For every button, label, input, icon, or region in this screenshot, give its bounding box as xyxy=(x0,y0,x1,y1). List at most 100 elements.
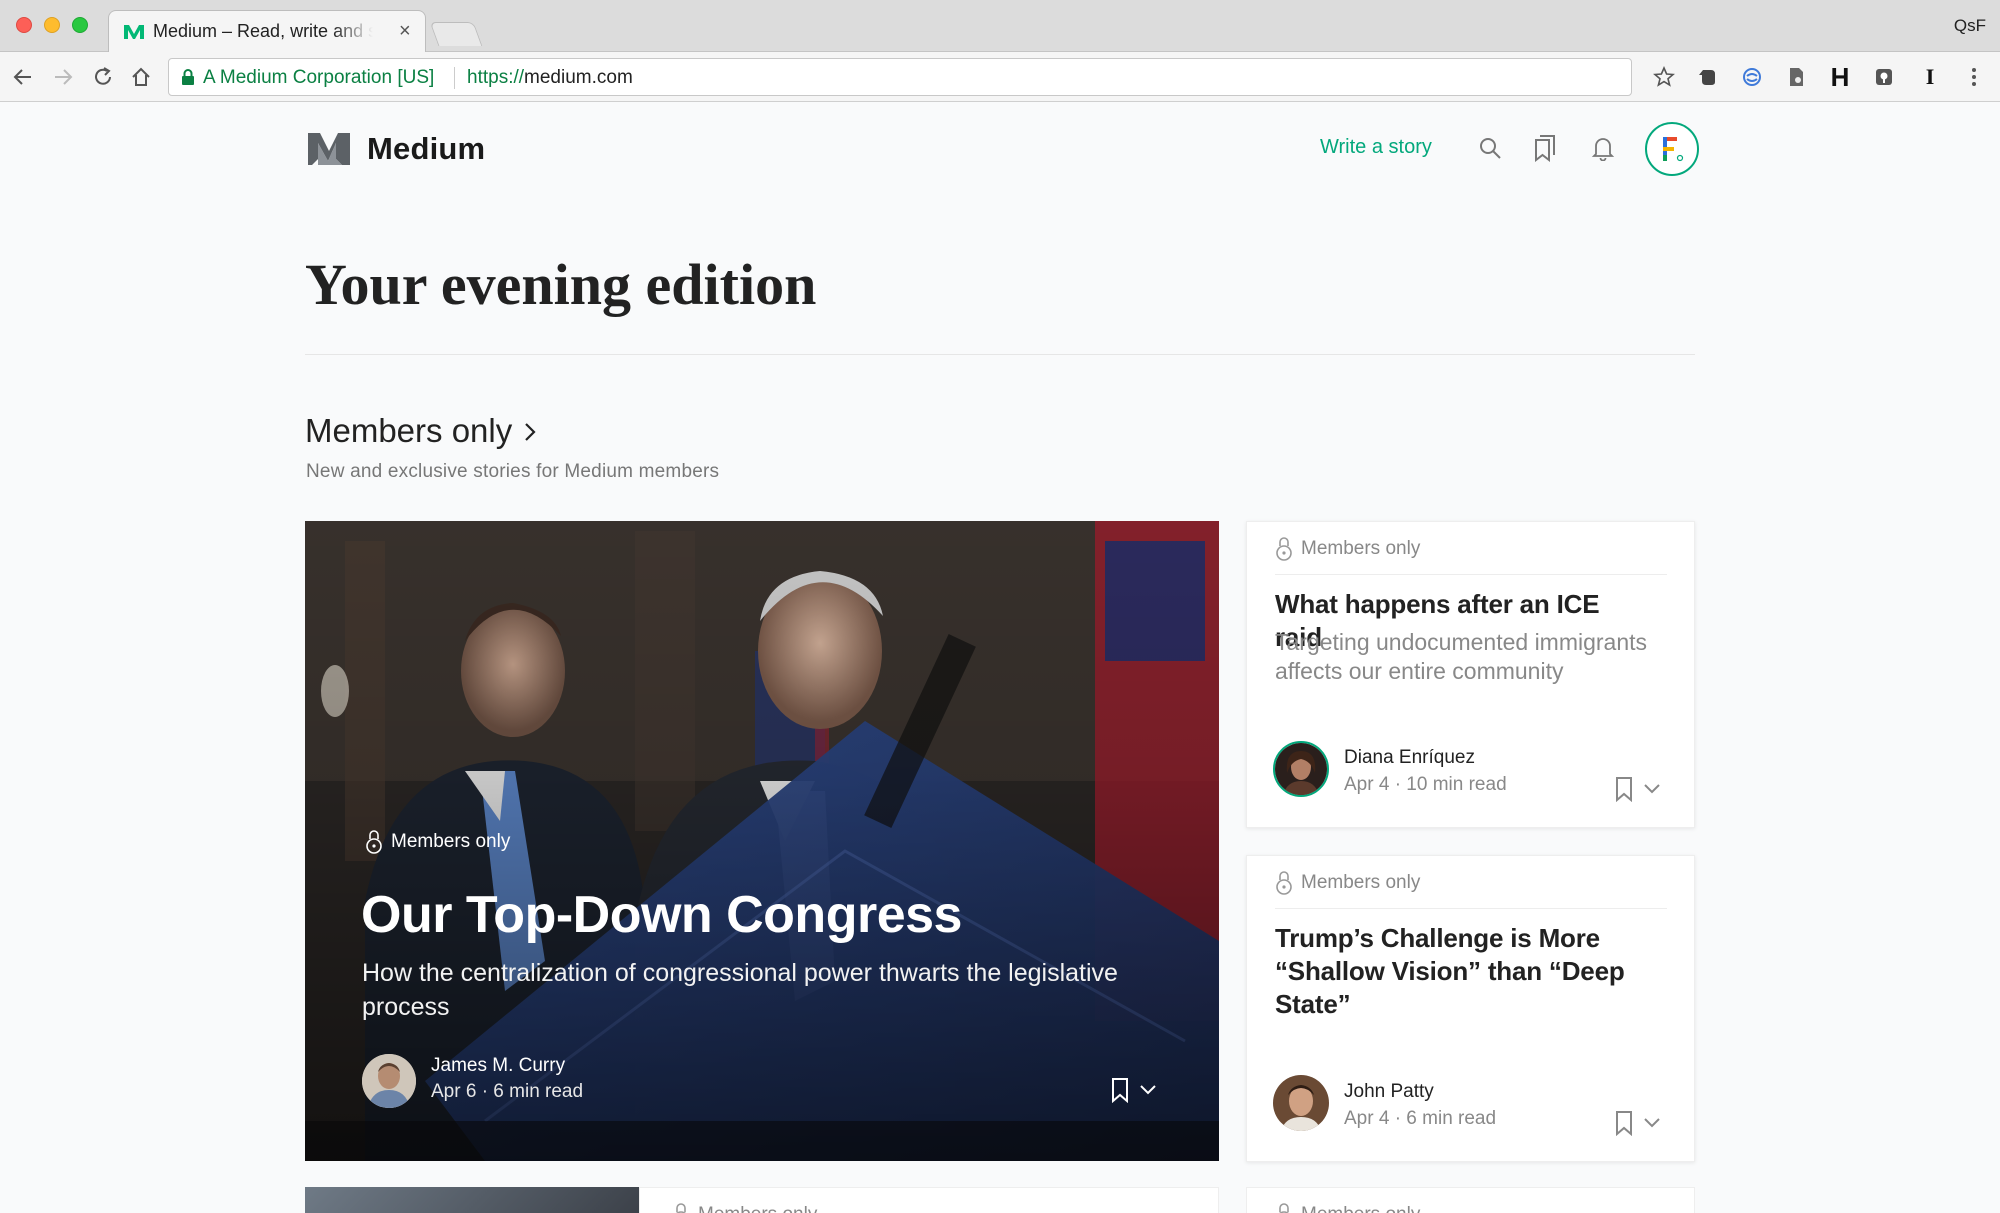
story-card[interactable]: Members only xyxy=(639,1187,1219,1213)
i-letter-icon: I xyxy=(1925,64,1935,89)
user-avatar[interactable] xyxy=(1645,122,1699,176)
story-card[interactable]: Members only What happens after an ICE r… xyxy=(1246,521,1695,828)
address-divider xyxy=(454,67,455,89)
browser-tab-medium[interactable]: Medium – Read, write and share stories t… xyxy=(108,10,426,53)
badge-label: Members only xyxy=(1301,872,1421,893)
url-scheme: https:// xyxy=(467,67,525,88)
i-extension-button[interactable]: I xyxy=(1915,62,1945,92)
tab-title: Medium – Read, write and share stories t… xyxy=(153,21,373,42)
story-subtitle[interactable]: Targeting undocumented immigrants affect… xyxy=(1275,628,1655,686)
bookmark-icon[interactable] xyxy=(1111,1077,1129,1103)
user-initial-icon xyxy=(1663,137,1684,162)
secure-origin-label: A Medium Corporation [US] xyxy=(203,67,435,88)
address-bar[interactable]: A Medium Corporation [US] https://medium… xyxy=(168,58,1632,96)
close-window-button[interactable] xyxy=(16,17,32,33)
h-extension-button[interactable]: H xyxy=(1825,62,1855,92)
story-actions xyxy=(1615,776,1661,802)
author-name[interactable]: James M. Curry xyxy=(431,1055,565,1077)
medium-logo-icon[interactable] xyxy=(306,129,352,169)
title-divider xyxy=(305,354,1695,355)
card-divider xyxy=(1275,574,1667,575)
lock-icon xyxy=(182,69,194,85)
chevron-down-icon[interactable] xyxy=(1139,1084,1157,1096)
section-title[interactable]: Members only xyxy=(305,412,512,450)
members-only-badge: Members only xyxy=(365,829,510,855)
arrow-right-icon xyxy=(55,69,73,85)
sync-extension-button[interactable] xyxy=(1737,62,1767,92)
browser-menu-button[interactable] xyxy=(1959,62,1989,92)
author-photo xyxy=(362,1054,416,1108)
bookmark-icon[interactable] xyxy=(1615,776,1633,802)
reload-button[interactable] xyxy=(88,62,118,92)
back-button[interactable] xyxy=(8,62,38,92)
chevron-down-icon[interactable] xyxy=(1643,783,1661,795)
members-only-badge: Members only xyxy=(1275,1202,1420,1213)
badge-label: Members only xyxy=(1301,538,1421,559)
chevron-down-icon[interactable] xyxy=(1643,1117,1661,1129)
bookmarks-icon xyxy=(1535,135,1555,162)
brand-wordmark[interactable]: Medium xyxy=(367,131,485,167)
save-page-extension-button[interactable] xyxy=(1781,62,1811,92)
home-icon xyxy=(132,67,150,86)
zoom-window-button[interactable] xyxy=(72,17,88,33)
story-card[interactable]: Members only Trump’s Challenge is More “… xyxy=(1246,855,1695,1162)
story-actions xyxy=(1615,1110,1661,1136)
tab-close-icon[interactable]: × xyxy=(399,20,411,43)
medium-favicon-icon xyxy=(124,25,144,39)
home-button[interactable] xyxy=(126,62,156,92)
featured-story-title[interactable]: Our Top-Down Congress xyxy=(361,885,962,945)
star-icon xyxy=(1653,66,1675,87)
evernote-extension-button[interactable] xyxy=(1693,62,1723,92)
new-tab-button[interactable] xyxy=(429,22,483,46)
password-extension-button[interactable] xyxy=(1869,62,1899,92)
card-divider xyxy=(1275,908,1667,909)
search-button[interactable] xyxy=(1475,133,1505,163)
story-title[interactable]: Trump’s Challenge is More “Shallow Visio… xyxy=(1275,922,1635,1021)
url-host: medium.com xyxy=(524,67,633,88)
minimize-window-button[interactable] xyxy=(44,17,60,33)
bookmark-star-button[interactable] xyxy=(1649,62,1679,92)
page-title: Your evening edition xyxy=(305,252,817,317)
author-avatar[interactable] xyxy=(1273,1075,1329,1131)
lock-icon xyxy=(676,1203,686,1213)
featured-story-subtitle[interactable]: How the centralization of congressional … xyxy=(362,956,1142,1024)
author-avatar[interactable] xyxy=(362,1054,416,1108)
story-thumbnail[interactable] xyxy=(305,1187,639,1213)
author-photo xyxy=(1273,1075,1329,1131)
lock-icon xyxy=(1279,1203,1289,1213)
badge-label: Members only xyxy=(1301,1204,1420,1213)
badge-label: Members only xyxy=(391,831,511,852)
shield-icon xyxy=(1876,69,1892,85)
browser-tabstrip: Medium – Read, write and share stories t… xyxy=(0,0,2000,53)
bookmark-icon[interactable] xyxy=(1615,1110,1633,1136)
forward-button[interactable] xyxy=(48,62,78,92)
medium-homepage: Medium Write a story Your evening editio… xyxy=(0,103,2000,1213)
lock-icon xyxy=(1276,537,1292,561)
story-actions xyxy=(1111,1077,1157,1103)
arrow-left-icon xyxy=(13,69,31,85)
h-letter-icon: H xyxy=(1830,61,1850,92)
chevron-right-icon[interactable] xyxy=(523,421,537,443)
notifications-button[interactable] xyxy=(1588,133,1618,163)
badge-label: Members only xyxy=(698,1204,817,1213)
members-only-badge: Members only xyxy=(1275,536,1420,562)
featured-story-card[interactable]: Members only Our Top-Down Congress How t… xyxy=(305,521,1219,1161)
search-icon xyxy=(1480,138,1501,159)
section-subtitle: New and exclusive stories for Medium mem… xyxy=(306,461,720,482)
url-text: https://medium.com xyxy=(467,67,633,89)
document-icon xyxy=(1790,68,1803,86)
author-name[interactable]: John Patty xyxy=(1344,1081,1434,1103)
story-meta: Apr 6 · 6 min read xyxy=(431,1081,584,1102)
author-name[interactable]: Diana Enríquez xyxy=(1344,747,1475,769)
kebab-menu-icon xyxy=(1972,68,1976,86)
members-only-badge: Members only xyxy=(1275,870,1420,896)
story-meta: Apr 4 · 10 min read xyxy=(1344,774,1507,795)
author-avatar[interactable] xyxy=(1273,741,1329,797)
bell-icon xyxy=(1591,138,1615,161)
elephant-icon xyxy=(1699,70,1715,85)
bookmarks-button[interactable] xyxy=(1530,133,1560,163)
story-card[interactable]: Members only xyxy=(1246,1187,1695,1213)
profile-label[interactable]: QsF xyxy=(1954,16,1986,36)
write-story-link[interactable]: Write a story xyxy=(1320,136,1432,159)
reload-icon xyxy=(95,67,111,85)
